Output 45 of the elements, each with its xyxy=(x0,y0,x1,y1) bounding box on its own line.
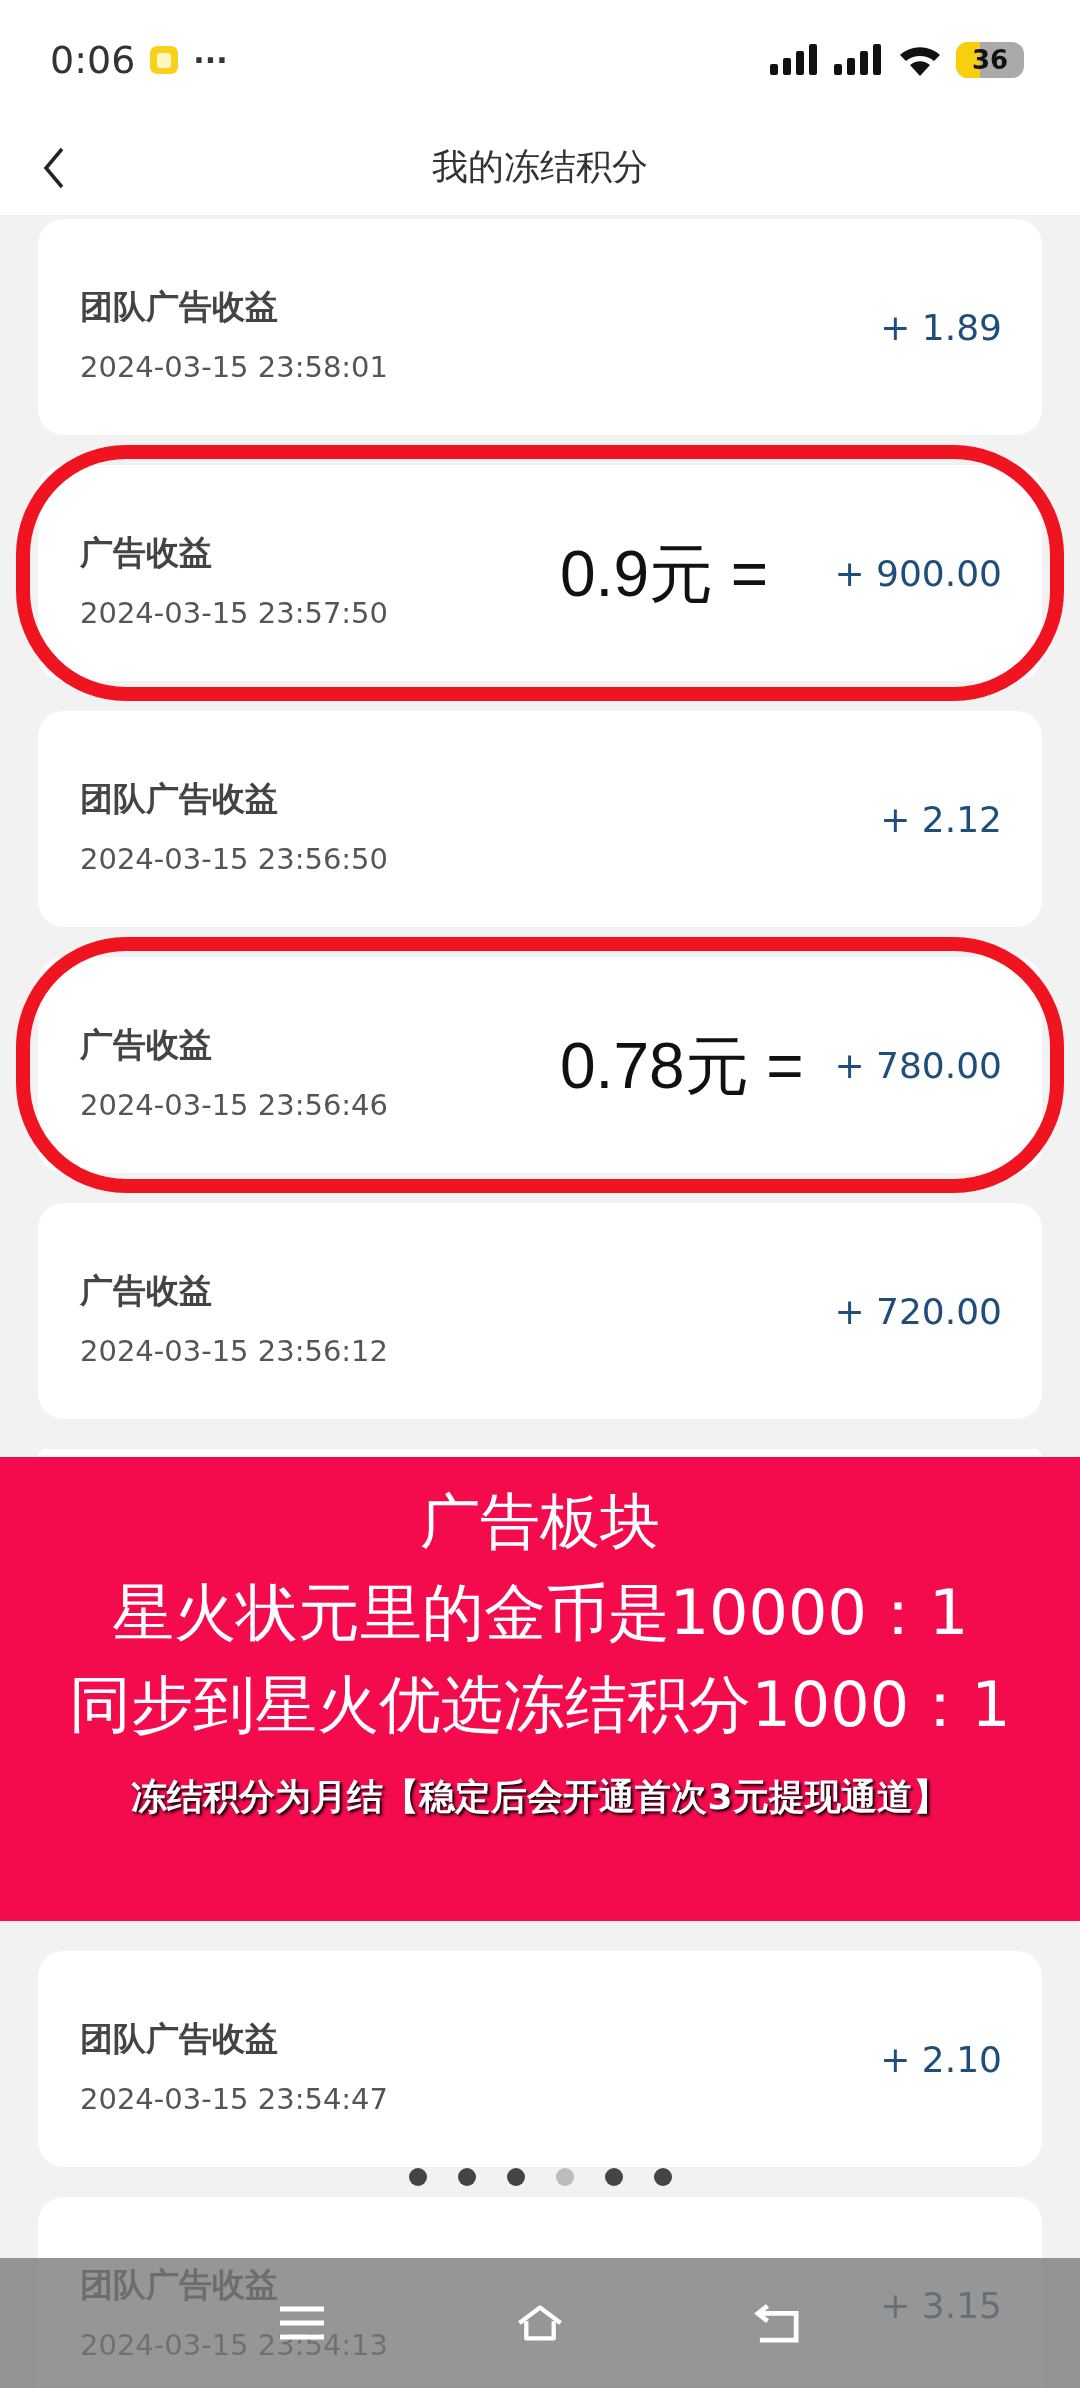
home-icon[interactable] xyxy=(516,2302,564,2344)
record-time: 2024-03-15 23:56:46 xyxy=(80,1087,388,1122)
record-card[interactable]: 广告收益 2024-03-15 23:57:50 0.9元 = + 900.00 xyxy=(38,465,1042,681)
more-notifications: ··· xyxy=(193,42,228,78)
record-amount: + 780.00 xyxy=(834,1044,1002,1086)
page-dot[interactable] xyxy=(604,2168,623,2186)
record-title: 广告收益 xyxy=(80,1023,212,1066)
banner-note: 冻结积分为月结【稳定后会开通首次3元提现通道】 xyxy=(131,1775,949,1819)
record-amount: + 1.89 xyxy=(880,306,1002,348)
record-title: 广告收益 xyxy=(80,1269,212,1312)
record-card[interactable]: 广告收益 2024-03-15 23:56:12 + 720.00 xyxy=(38,1203,1042,1419)
record-amount: + 720.00 xyxy=(834,1290,1002,1332)
back-arrow-icon[interactable] xyxy=(754,2302,802,2344)
record-card[interactable]: 团队广告收益 2024-03-15 23:58:01 + 1.89 xyxy=(38,219,1042,435)
back-icon[interactable] xyxy=(42,145,66,190)
page-dot[interactable] xyxy=(653,2168,672,2186)
annotation-text: 0.78元 = xyxy=(560,1029,804,1104)
record-time: 2024-03-15 23:56:50 xyxy=(80,841,388,876)
page-dot[interactable] xyxy=(506,2168,525,2186)
signal-icon xyxy=(834,44,884,76)
record-card[interactable]: 团队广告收益 2024-03-15 23:56:50 + 2.12 xyxy=(38,711,1042,927)
record-time: 2024-03-15 23:57:50 xyxy=(80,595,388,630)
record-card[interactable]: 广告收益 2024-03-15 23:56:46 0.78元 = + 780.00 xyxy=(38,957,1042,1173)
banner-text: 星火状元里的金币是10000：1 xyxy=(111,1575,969,1651)
banner-text: 同步到星火优选冻结积分1000：1 xyxy=(69,1667,1011,1743)
page-dot[interactable] xyxy=(555,2168,574,2186)
record-time: 2024-03-15 23:54:47 xyxy=(80,2081,388,2116)
record-amount: + 900.00 xyxy=(834,552,1002,594)
record-amount: + 2.10 xyxy=(880,2038,1002,2080)
record-title: 广告收益 xyxy=(80,531,212,574)
page-dot[interactable] xyxy=(408,2168,427,2186)
signal-icon xyxy=(770,44,820,76)
page-title: 我的冻结积分 xyxy=(432,145,648,189)
record-time: 2024-03-15 23:56:12 xyxy=(80,1333,388,1368)
annotation-text: 0.9元 = xyxy=(560,537,769,612)
record-time: 2024-03-15 23:58:01 xyxy=(80,349,388,384)
page-dot[interactable] xyxy=(457,2168,476,2186)
record-title: 团队广告收益 xyxy=(80,2017,278,2060)
banner-text: 广告板块 xyxy=(420,1485,660,1558)
record-title: 团队广告收益 xyxy=(80,777,278,820)
notification-app-icon xyxy=(149,45,180,75)
record-amount: + 2.12 xyxy=(880,798,1002,840)
record-card[interactable]: 团队广告收益 2024-03-15 23:54:47 + 2.10 xyxy=(38,1951,1042,2167)
record-title: 团队广告收益 xyxy=(80,285,278,328)
status-time: 0:06 xyxy=(50,38,136,82)
